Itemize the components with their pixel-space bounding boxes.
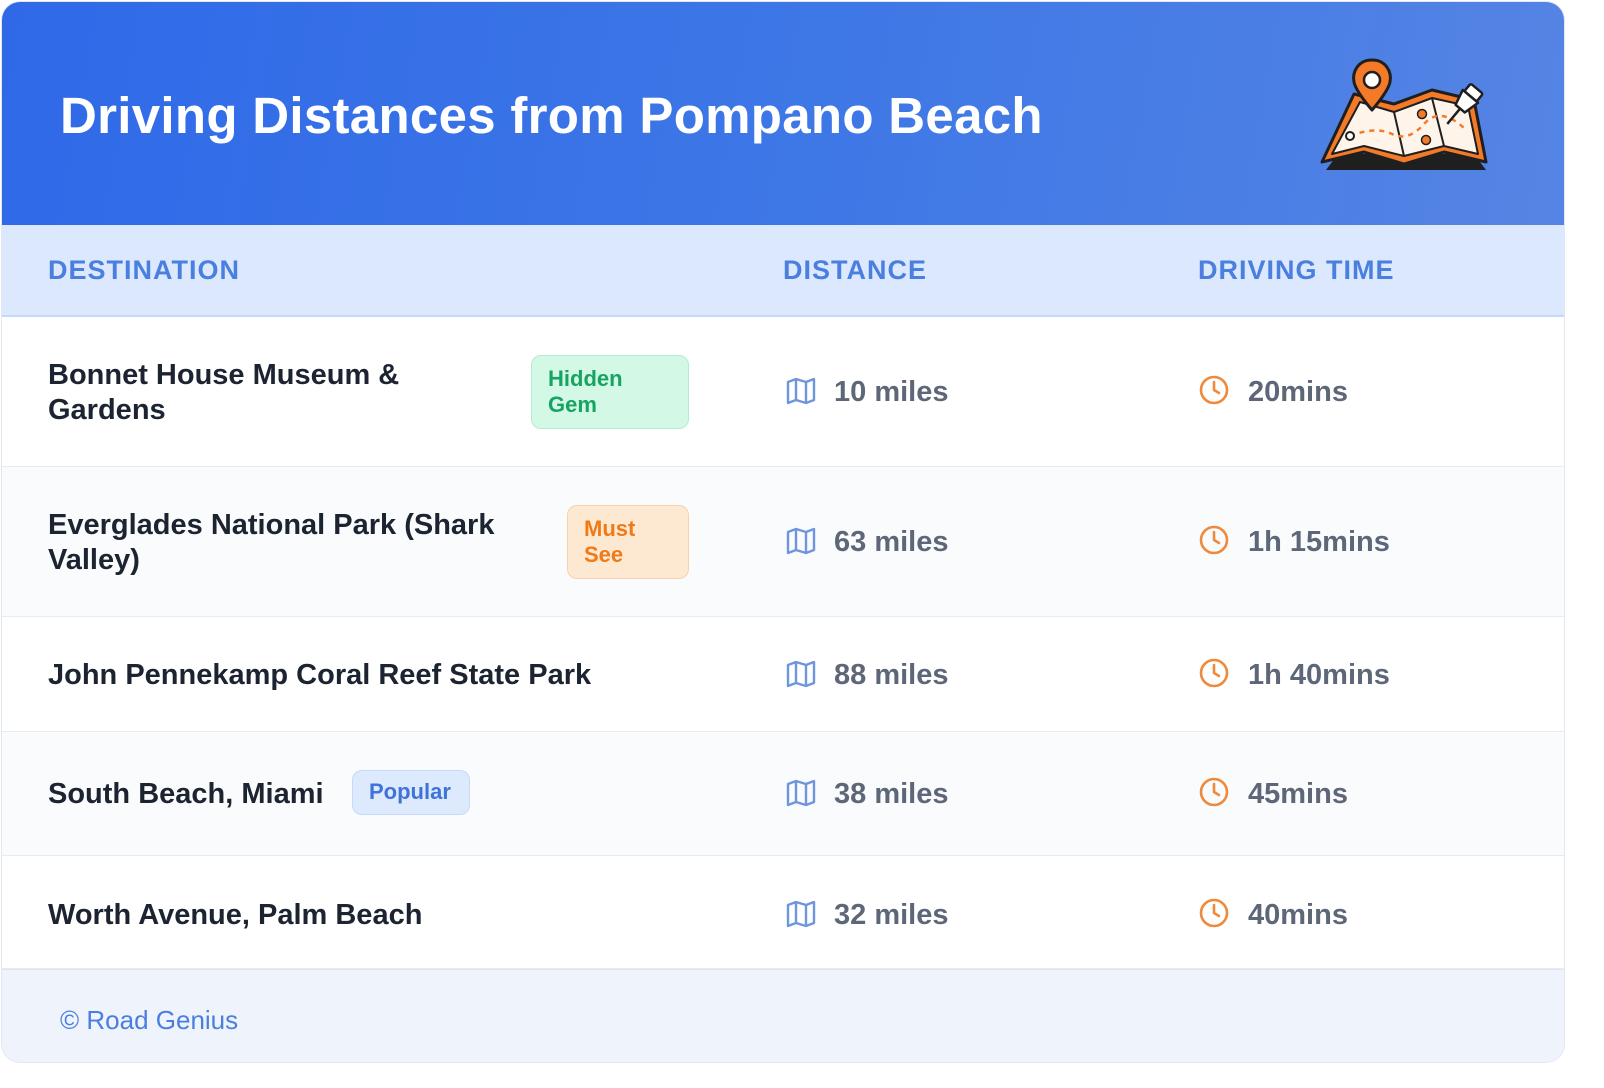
destination-name: Bonnet House Museum & Gardens	[48, 359, 400, 426]
map-icon	[786, 527, 816, 555]
table-row: South Beach, Miami Popular 38 miles 45mi…	[2, 732, 1564, 856]
destination-name: Everglades National Park (Shark Valley)	[48, 509, 495, 576]
distance-value: 88 miles	[834, 659, 949, 691]
map-with-pins-icon	[1320, 58, 1488, 170]
distance-value: 32 miles	[834, 899, 949, 931]
column-header-destination[interactable]: DESTINATION	[48, 255, 240, 286]
distance-card: Driving Distances from Pompano Beach DES…	[2, 2, 1564, 1062]
clock-icon	[1199, 658, 1229, 688]
table-header: DESTINATION DISTANCE DRIVING TIME	[2, 225, 1564, 317]
hidden-gem-badge: Hidden Gem	[531, 355, 689, 429]
driving-time-value: 1h 15mins	[1248, 526, 1390, 558]
header-banner: Driving Distances from Pompano Beach	[2, 2, 1564, 225]
distance-value: 10 miles	[834, 376, 949, 408]
column-header-driving-time[interactable]: DRIVING TIME	[1198, 255, 1395, 286]
map-icon	[786, 377, 816, 405]
clock-icon	[1199, 375, 1229, 405]
destination-name: Worth Avenue, Palm Beach	[48, 899, 423, 931]
map-icon	[786, 779, 816, 807]
destination-name: John Pennekamp Coral Reef State Park	[48, 659, 592, 691]
distance-value: 38 miles	[834, 778, 949, 810]
driving-time-value: 1h 40mins	[1248, 659, 1390, 691]
driving-time-value: 40mins	[1248, 899, 1348, 931]
page-title: Driving Distances from Pompano Beach	[60, 87, 1043, 144]
clock-icon	[1199, 898, 1229, 928]
table-row: John Pennekamp Coral Reef State Park 88 …	[2, 617, 1564, 732]
table-row: Worth Avenue, Palm Beach 32 miles 40mins	[2, 856, 1564, 969]
clock-icon	[1199, 777, 1229, 807]
driving-time-value: 20mins	[1248, 376, 1348, 408]
map-icon	[786, 900, 816, 928]
map-icon	[786, 660, 816, 688]
column-header-distance[interactable]: DISTANCE	[783, 255, 927, 286]
driving-time-value: 45mins	[1248, 778, 1348, 810]
popular-badge: Popular	[352, 770, 470, 815]
destination-name: South Beach, Miami	[48, 778, 324, 810]
table-row: Everglades National Park (Shark Valley) …	[2, 467, 1564, 617]
must-see-badge: Must See	[567, 505, 689, 579]
copyright-text: © Road Genius	[60, 1005, 239, 1035]
footer: © Road Genius	[2, 969, 1564, 1062]
distance-value: 63 miles	[834, 526, 949, 558]
clock-icon	[1199, 525, 1229, 555]
table-row: Bonnet House Museum & Gardens Hidden Gem…	[2, 317, 1564, 467]
